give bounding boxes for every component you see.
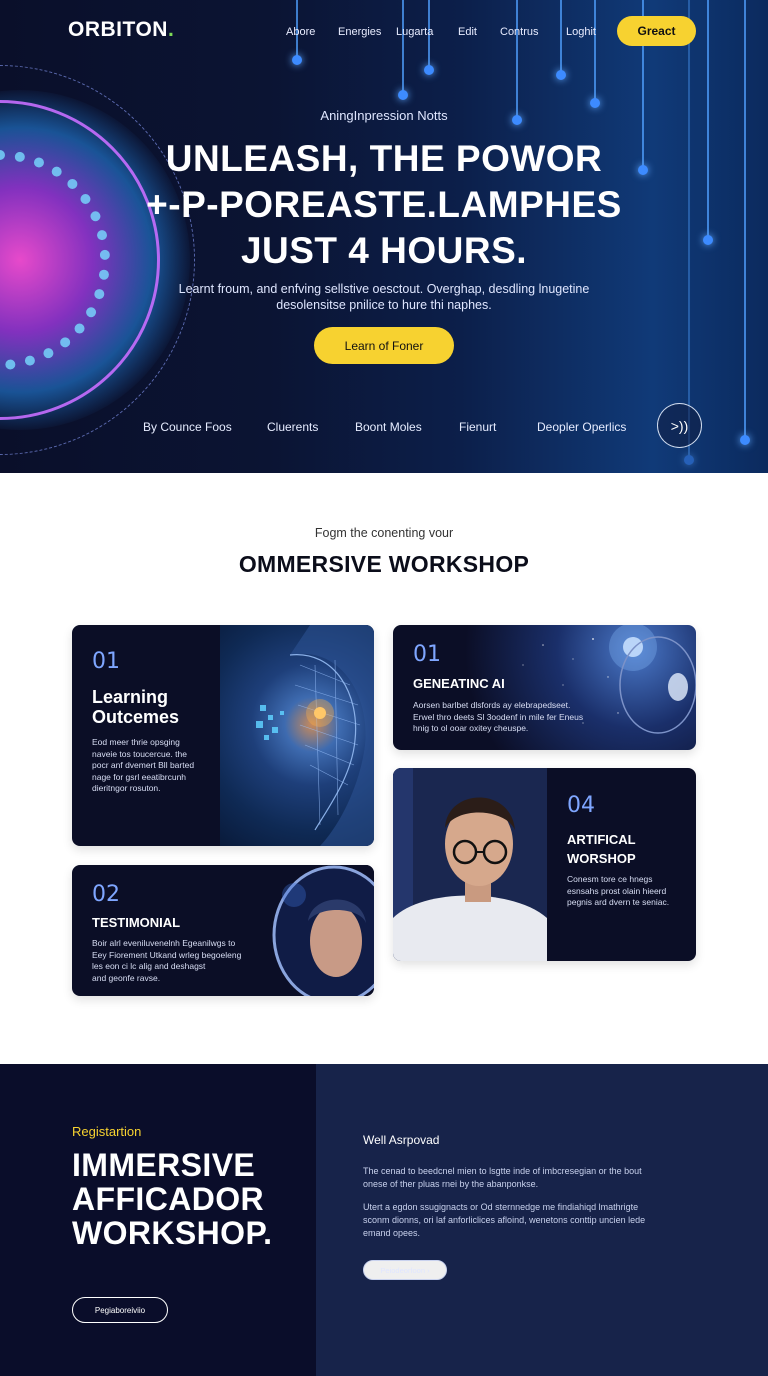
card-body-line: Erwel thro deets Sl 3oodenf in mile fer … xyxy=(413,711,584,722)
hero-headline-line: UNLEASH, THE POWOR xyxy=(165,138,603,179)
card-body-line: esnsahs prost olain hieerd xyxy=(567,885,667,896)
workshop-card-artifical[interactable]: 04 ARTIFICAL WORSHOP Conesm tore ce hneg… xyxy=(393,768,696,961)
workshop-eyebrow: Fogm the conenting vour xyxy=(314,526,454,540)
registration-paragraph: Utert a egdon ssugignacts or Od sternned… xyxy=(363,1201,693,1240)
hero-light-line xyxy=(556,0,566,80)
card-title-line: Learning xyxy=(92,687,169,707)
registration-button[interactable]: Pegiaboreiviio xyxy=(72,1297,168,1323)
hero-subtext-line: desolensitse pnilice to hure thi naphes. xyxy=(276,298,492,312)
card-body-line: les eon ci lc alig and deshagst xyxy=(92,961,206,971)
card-body-line: Boir alrl eveniluvenelnh Egeanilwgs to xyxy=(92,938,236,948)
logo-dot: . xyxy=(167,18,175,41)
next-arrow-icon: >)) xyxy=(670,417,689,434)
paragraph-line: The cenad to beedcnel mien to lsgtte ind… xyxy=(363,1166,642,1176)
nav-item-energies[interactable]: Energies xyxy=(338,26,381,38)
hero-section: ORBITON. Abore Energies Lugarta Edit Con… xyxy=(0,0,768,473)
card-body: Eod meer thrie opsging naveie tos toucer… xyxy=(92,737,216,795)
hero-learn-button[interactable]: Learn of Foner xyxy=(314,327,454,364)
workshop-title: OMMERSIVE WORKSHOP xyxy=(238,551,530,577)
card-body-line: hnig to ol ooar oxitey cheuspe. xyxy=(413,723,529,733)
hero-headline-line: JUST 4 HOURS. xyxy=(240,230,528,271)
card-body-line: nage for gsrl eeatibrcunh xyxy=(92,771,187,782)
nav-item-contrus[interactable]: Contrus xyxy=(500,26,539,38)
registration-eyebrow: Registartion xyxy=(72,1124,142,1139)
card-body-line: naveie tos toucercue. the xyxy=(92,748,187,759)
paragraph-line: Utert a egdon ssugignacts or Od sternned… xyxy=(363,1202,639,1212)
workshop-card-generating-ai[interactable]: 01 GENEATINC AI Aorsen barlbet dlsfords … xyxy=(393,625,696,750)
registration-title-line: IMMERSIVE xyxy=(72,1147,256,1183)
logo-text: ORBITON xyxy=(68,18,168,41)
header-cta-button[interactable]: Greact xyxy=(617,16,696,46)
paragraph-line: emand opees. xyxy=(363,1228,421,1238)
hero-subtext-line: Learnt froum, and enfving sellstive oesc… xyxy=(178,282,590,296)
card-body-line: pegnis ard dvern te seniac. xyxy=(567,897,670,907)
registration-more-button[interactable]: Peiodeorfoon › xyxy=(363,1260,447,1280)
card-image-ai-face xyxy=(220,625,374,846)
ai-face-graphic xyxy=(256,625,374,846)
hero-link[interactable]: Cluerents xyxy=(267,420,318,434)
card-title-line: ARTIFICAL xyxy=(567,832,636,847)
registration-title-line: WORKSHOP. xyxy=(72,1215,273,1251)
hero-link[interactable]: By Counce Foos xyxy=(143,420,232,434)
card-body-line: and geonfe ravse. xyxy=(92,972,161,983)
hero-light-line xyxy=(398,0,408,100)
card-number: 01 xyxy=(413,642,441,667)
card-title: GENEATINC AI xyxy=(413,676,505,691)
card-title: TESTIMONIAL xyxy=(92,915,181,930)
hero-light-line xyxy=(590,0,600,108)
next-arrow-button[interactable]: >)) xyxy=(657,403,702,448)
card-title: Learning Outcemes xyxy=(92,687,179,727)
card-number: 04 xyxy=(567,793,595,818)
logo[interactable]: ORBITON. xyxy=(68,18,174,42)
hero-link[interactable]: Fienurt xyxy=(459,420,496,434)
card-body: Conesm tore ce hnegs esnsahs prost olain… xyxy=(567,874,687,909)
hero-headline-line: +-P-POREASTE.LAMPHES xyxy=(146,184,622,225)
hero-link[interactable]: Deopler Operlics xyxy=(537,420,626,434)
card-body: Boir alrl eveniluvenelnh Egeanilwgs to E… xyxy=(92,938,282,984)
registration-title: IMMERSIVE AFFICADOR WORKSHOP. xyxy=(72,1148,272,1250)
registration-section: Registartion IMMERSIVE AFFICADOR WORKSHO… xyxy=(0,1064,768,1376)
card-body-line: Conesm tore ce hnegs xyxy=(567,874,653,884)
card-body-line: Eey Fiorement Utkand wrleg begoeleng xyxy=(92,949,242,960)
paragraph-line: onese of ther pluas rnei by the abanponk… xyxy=(363,1179,539,1189)
hero-eyebrow: AningInpression Notts xyxy=(320,108,448,123)
person-photo-graphic xyxy=(393,768,547,961)
nav-item-abore[interactable]: Abore xyxy=(286,26,315,38)
card-body: Aorsen barlbet dlsfords ay elebrapedseet… xyxy=(413,700,623,735)
workshop-section: Fogm the conenting vour OMMERSIVE WORKSH… xyxy=(0,473,768,1064)
card-body-line: pocr anf dvemert Bll barted xyxy=(92,760,195,770)
hero-subtext: Learnt froum, and enfving sellstive oesc… xyxy=(160,281,608,313)
card-body-line: Aorsen barlbet dlsfords ay elebrapedseet… xyxy=(413,700,571,710)
registration-paragraph: The cenad to beedcnel mien to lsgtte ind… xyxy=(363,1165,693,1191)
nav-item-loghit[interactable]: Loghit xyxy=(566,26,596,38)
card-number: 01 xyxy=(92,649,120,674)
paragraph-line: sconm dionns, ori laf anforliclices aflo… xyxy=(363,1215,646,1225)
card-body-line: Eod meer thrie opsging xyxy=(92,737,180,747)
registration-title-line: AFFICADOR xyxy=(72,1181,265,1217)
card-title: ARTIFICAL WORSHOP xyxy=(567,830,636,868)
registration-subhead: Well Asrpovad xyxy=(363,1133,440,1147)
card-title-line: WORSHOP xyxy=(567,851,636,866)
workshop-card-learning[interactable]: 01 Learning Outcemes Eod meer thrie opsg… xyxy=(72,625,374,846)
workshop-card-testimonial[interactable]: 02 TESTIMONIAL Boir alrl eveniluvenelnh … xyxy=(72,865,374,996)
card-body-line: dieritngor rosuton. xyxy=(92,783,161,793)
hero-light-line xyxy=(512,0,522,125)
nav-item-edit[interactable]: Edit xyxy=(458,26,477,38)
hero-headline: UNLEASH, THE POWOR +-P-POREASTE.LAMPHES … xyxy=(0,136,768,274)
hero-link[interactable]: Boont Moles xyxy=(355,420,422,434)
card-title-line: Outcemes xyxy=(92,707,180,727)
card-number: 02 xyxy=(92,882,120,907)
nav-item-lugarta[interactable]: Lugarta xyxy=(396,26,433,38)
